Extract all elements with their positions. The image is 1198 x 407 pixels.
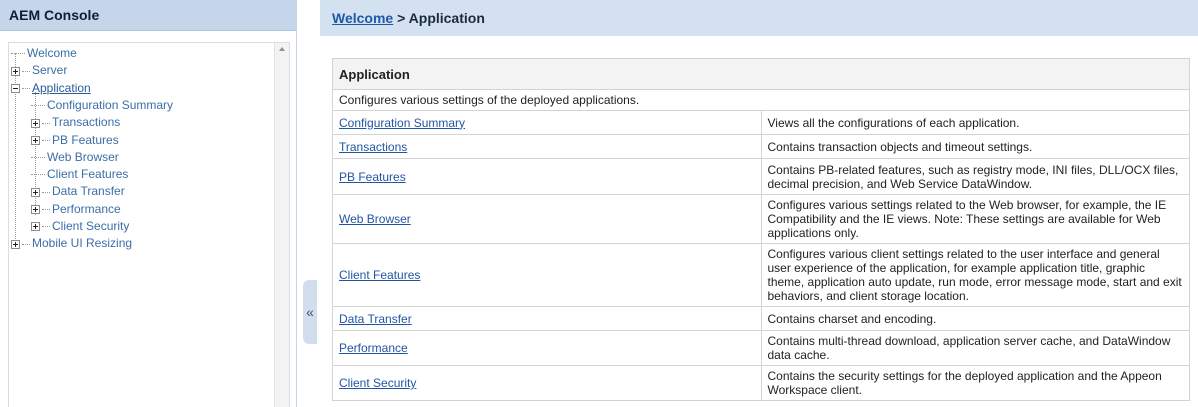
setting-description: Contains the security settings for the d… <box>760 365 1190 401</box>
tree-item-label[interactable]: Mobile UI Resizing <box>32 236 132 250</box>
scroll-up-arrow-icon[interactable] <box>279 47 285 51</box>
application-settings-table: Application Configures various settings … <box>332 58 1190 401</box>
table-row: Client Security Contains the security set… <box>332 365 1190 401</box>
setting-link[interactable]: Data Transfer <box>339 312 412 326</box>
table-row: Data Transfer Contains charset and encodi… <box>332 306 1190 331</box>
setting-description: Contains transaction objects and timeout… <box>760 134 1190 159</box>
tree-item[interactable]: Client Features <box>31 166 128 182</box>
tree-connector <box>31 105 45 107</box>
breadcrumb: Welcome > Application <box>320 0 1198 36</box>
expand-icon[interactable] <box>31 135 40 145</box>
tree-item-label[interactable]: Web Browser <box>47 150 119 164</box>
content-panel: Welcome > Application Application Config… <box>320 0 1198 407</box>
tree-item[interactable]: Client Security <box>31 218 129 234</box>
tree-connector <box>22 243 30 245</box>
setting-description: Configures various client settings relat… <box>760 243 1190 307</box>
setting-description: Contains PB-related features, such as re… <box>760 158 1190 195</box>
setting-name-cell: Performance <box>332 330 762 366</box>
table-row: Performance Contains multi-thread downloa… <box>332 330 1190 366</box>
tree-item-label[interactable]: Performance <box>52 202 121 216</box>
tree-connector <box>42 209 50 211</box>
setting-description: Contains multi-thread download, applicat… <box>760 330 1190 366</box>
tree-item-label[interactable]: Data Transfer <box>52 184 125 198</box>
tree-connector <box>11 53 25 55</box>
table-row: Transactions Contains transaction objects… <box>332 134 1190 159</box>
expand-icon[interactable] <box>31 187 40 197</box>
tree-connector <box>42 122 50 124</box>
table-header: Application <box>332 58 1190 90</box>
tree-connector <box>42 226 50 228</box>
tree-item[interactable]: Performance <box>31 201 121 217</box>
tree-item[interactable]: Application <box>11 80 91 96</box>
tree-item[interactable]: Transactions <box>31 114 120 130</box>
setting-link[interactable]: Client Features <box>339 268 420 282</box>
setting-name-cell: PB Features <box>332 158 762 195</box>
tree-item[interactable]: Welcome <box>11 45 77 61</box>
tree-item-label[interactable]: Application <box>32 81 91 95</box>
tree-item[interactable]: PB Features <box>31 132 119 148</box>
setting-name-cell: Web Browser <box>332 194 762 244</box>
expand-icon[interactable] <box>31 205 40 215</box>
collapse-icon[interactable] <box>11 83 20 93</box>
tree-connector <box>22 70 30 72</box>
table-row: Web Browser Configures various settings r… <box>332 194 1190 244</box>
setting-description: Contains charset and encoding. <box>760 306 1190 331</box>
setting-link[interactable]: Web Browser <box>339 212 411 226</box>
tree-item[interactable]: Mobile UI Resizing <box>11 235 132 251</box>
tree-item[interactable]: Web Browser <box>31 149 119 165</box>
setting-name-cell: Data Transfer <box>332 306 762 331</box>
expand-icon[interactable] <box>31 222 40 232</box>
tree-item[interactable]: Data Transfer <box>31 183 125 199</box>
tree-connector <box>31 174 45 176</box>
table-row: Client Features Configures various client… <box>332 243 1190 307</box>
tree-scrollbar[interactable] <box>274 43 289 407</box>
table-intro: Configures various settings of the deplo… <box>332 89 1190 111</box>
tree-item-label[interactable]: Client Security <box>52 219 129 233</box>
tree-item-label[interactable]: Transactions <box>52 115 120 129</box>
breadcrumb-current: Application <box>408 10 485 26</box>
tree-connector <box>42 191 50 193</box>
console-title: AEM Console <box>0 0 296 31</box>
breadcrumb-separator: > <box>397 10 409 26</box>
collapse-panel-button[interactable]: « <box>303 280 317 344</box>
breadcrumb-link-welcome[interactable]: Welcome <box>332 10 393 26</box>
setting-link[interactable]: Transactions <box>339 140 407 154</box>
tree-item-label[interactable]: Welcome <box>27 46 77 60</box>
expand-icon[interactable] <box>31 118 40 128</box>
setting-link[interactable]: Performance <box>339 341 408 355</box>
table-row: Configuration Summary Views all the confi… <box>332 110 1190 135</box>
tree-item[interactable]: Server <box>11 62 67 78</box>
setting-description: Configures various settings related to t… <box>760 194 1190 244</box>
setting-name-cell: Client Features <box>332 243 762 307</box>
tree-connector <box>31 157 45 159</box>
setting-name-cell: Configuration Summary <box>332 110 762 135</box>
navigation-tree: Welcome Server Application Configuration Su… <box>8 42 290 407</box>
setting-name-cell: Client Security <box>332 365 762 401</box>
setting-link[interactable]: Configuration Summary <box>339 116 465 130</box>
tree-item-label[interactable]: PB Features <box>52 133 119 147</box>
tree-item-label[interactable]: Server <box>32 63 67 77</box>
setting-name-cell: Transactions <box>332 134 762 159</box>
tree-connector <box>42 139 50 141</box>
tree-item-label[interactable]: Configuration Summary <box>47 98 173 112</box>
expand-icon[interactable] <box>11 66 20 76</box>
setting-link[interactable]: Client Security <box>339 376 416 390</box>
setting-link[interactable]: PB Features <box>339 170 406 184</box>
tree-item-label[interactable]: Client Features <box>47 167 128 181</box>
tree-item[interactable]: Configuration Summary <box>31 97 173 113</box>
expand-icon[interactable] <box>11 239 20 249</box>
setting-description: Views all the configurations of each app… <box>760 110 1190 135</box>
tree-connector <box>22 87 30 89</box>
table-row: PB Features Contains PB-related features,… <box>332 158 1190 195</box>
navigation-panel: AEM Console Welcome Server Application Conf… <box>0 0 297 407</box>
